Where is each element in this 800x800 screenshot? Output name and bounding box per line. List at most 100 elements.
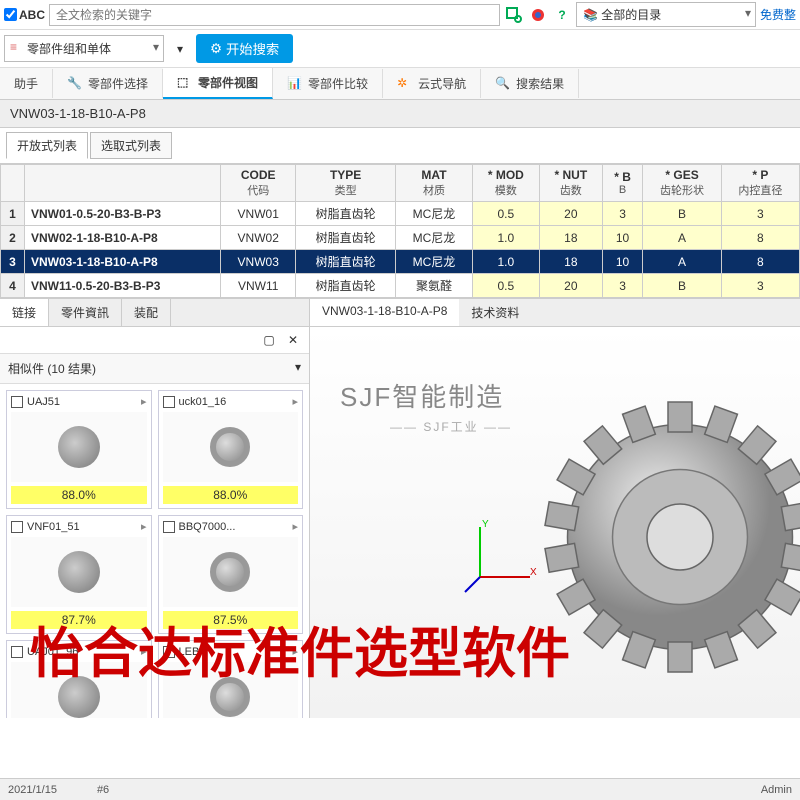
cell-p: 3 — [721, 274, 799, 298]
abc-checkbox[interactable]: ABC — [4, 8, 45, 22]
main-tabs: 助手 🔧 零部件选择 ⬚ 零部件视图 📊 零部件比较 ✲ 云式导航 🔍 搜索结果 — [0, 68, 800, 100]
breadcrumb: VNW03-1-18-B10-A-P8 — [0, 100, 800, 128]
tab-assistant[interactable]: 助手 — [0, 69, 53, 98]
cell-ges: A — [643, 226, 721, 250]
abc-label: ABC — [19, 8, 45, 22]
tab-label: 云式导航 — [418, 75, 466, 92]
close-pane-icon[interactable]: ✕ — [283, 330, 303, 350]
view-icon: ⬚ — [177, 75, 193, 91]
tab-cloud-nav[interactable]: ✲ 云式导航 — [383, 69, 481, 98]
results-icon: 🔍 — [495, 76, 511, 92]
thumb-name: UAJ51 — [27, 396, 60, 408]
free-link[interactable]: 免费整 — [760, 6, 796, 23]
cell-type: 树脂直齿轮 — [296, 202, 396, 226]
table-row[interactable]: 2 VNW02-1-18-B10-A-P8 VNW02 树脂直齿轮 MC尼龙 1… — [1, 226, 800, 250]
col-code[interactable]: CODE代码 — [221, 165, 296, 202]
tab-part-select[interactable]: 🔧 零部件选择 — [53, 69, 163, 98]
thumb-name: LEB... — [179, 646, 209, 658]
part-group-combo[interactable]: 零部件组和单体 — [4, 35, 164, 62]
list-tab-select[interactable]: 选取式列表 — [90, 132, 172, 159]
watermark-main: SJF智能制造 — [340, 382, 504, 412]
abc-check-input[interactable] — [4, 8, 17, 21]
row-name: VNW01-0.5-20-B3-B-P3 — [25, 202, 221, 226]
thumb-header: VNF01_51 — [11, 520, 147, 533]
cell-type: 树脂直齿轮 — [296, 274, 396, 298]
col-mat[interactable]: MAT材质 — [396, 165, 472, 202]
thumb-header: UAJ01_96 — [11, 645, 147, 658]
cell-p: 3 — [721, 202, 799, 226]
cell-ges: A — [643, 250, 721, 274]
col-p[interactable]: * P内控直径 — [721, 165, 799, 202]
tab-part-compare[interactable]: 📊 零部件比较 — [273, 69, 383, 98]
left-tab-asm[interactable]: 装配 — [122, 299, 171, 326]
start-search-button[interactable]: ⚙ 开始搜索 — [196, 34, 293, 63]
geo-search-icon[interactable] — [504, 5, 524, 25]
combo-extra-icon[interactable]: ▾ — [170, 39, 190, 59]
cube-icon — [11, 646, 23, 658]
list-tab-open[interactable]: 开放式列表 — [6, 132, 88, 159]
col-nut[interactable]: * NUT齿数 — [539, 165, 602, 202]
row-num: 3 — [1, 250, 25, 274]
status-bar: 2021/1/15 #6 Admin — [0, 778, 800, 800]
row-num: 1 — [1, 202, 25, 226]
similar-thumb[interactable]: BBQ7000... 87.5% — [158, 515, 304, 634]
similar-thumb[interactable]: uck01_16 88.0% — [158, 390, 304, 509]
table-row[interactable]: 4 VNW11-0.5-20-B3-B-P3 VNW11 树脂直齿轮 聚氨醛 0… — [1, 274, 800, 298]
cell-type: 树脂直齿轮 — [296, 226, 396, 250]
cell-mod: 1.0 — [472, 250, 539, 274]
col-name — [25, 165, 221, 202]
status-num: #6 — [97, 784, 109, 796]
similar-thumb[interactable]: UAJ51 88.0% — [6, 390, 152, 509]
cell-mod: 0.5 — [472, 202, 539, 226]
list-mode-tabs: 开放式列表 选取式列表 — [0, 128, 800, 164]
parts-table: CODE代码 TYPE类型 MAT材质 * MOD模数 * NUT齿数 * BB… — [0, 164, 800, 298]
viewer-tabs: VNW03-1-18-B10-A-P8 技术资料 — [310, 299, 800, 327]
thumb-percent: 88.0% — [11, 486, 147, 504]
cube-icon — [11, 521, 23, 533]
cell-code: VNW11 — [221, 274, 296, 298]
cell-nut: 20 — [539, 202, 602, 226]
table-header-row: CODE代码 TYPE类型 MAT材质 * MOD模数 * NUT齿数 * BB… — [1, 165, 800, 202]
color-search-icon[interactable] — [528, 5, 548, 25]
top-toolbar: ABC ? 📚 全部的目录 免费整 — [0, 0, 800, 30]
col-ges[interactable]: * GES齿轮形状 — [643, 165, 721, 202]
tab-label: 零部件视图 — [198, 74, 258, 91]
tab-part-view[interactable]: ⬚ 零部件视图 — [163, 68, 273, 99]
row-name: VNW11-0.5-20-B3-B-P3 — [25, 274, 221, 298]
cell-ges: B — [643, 274, 721, 298]
table-row[interactable]: 1 VNW01-0.5-20-B3-B-P3 VNW01 树脂直齿轮 MC尼龙 … — [1, 202, 800, 226]
cell-mod: 0.5 — [472, 274, 539, 298]
help-icon[interactable]: ? — [552, 5, 572, 25]
search-btn-label: 开始搜索 — [226, 39, 279, 58]
cell-mat: MC尼龙 — [396, 202, 472, 226]
gear-3d-model — [530, 387, 800, 687]
similar-thumb[interactable]: VNF01_51 87.7% — [6, 515, 152, 634]
tab-search-results[interactable]: 🔍 搜索结果 — [481, 69, 579, 98]
cloud-icon: ✲ — [397, 76, 413, 92]
viewer-tab-tech[interactable]: 技术资料 — [459, 299, 531, 326]
row-name: VNW03-1-18-B10-A-P8 — [25, 250, 221, 274]
left-tab-link[interactable]: 链接 — [0, 299, 49, 326]
similar-parts-header[interactable]: 相似件 (10 结果) — [0, 354, 309, 384]
thumb-name: VNF01_51 — [27, 521, 80, 533]
similar-thumb[interactable]: LEB... 84.3% — [158, 640, 304, 718]
similar-thumb[interactable]: UAJ01_96 84.7% — [6, 640, 152, 718]
3d-viewer[interactable]: SJF智能制造 —— SJF工业 —— Y X — [310, 327, 800, 718]
catalog-icon: 📚 — [583, 8, 598, 22]
cell-code: VNW01 — [221, 202, 296, 226]
right-pane: VNW03-1-18-B10-A-P8 技术资料 SJF智能制造 —— SJF工… — [310, 299, 800, 718]
cell-mat: MC尼龙 — [396, 226, 472, 250]
cube-icon — [11, 396, 23, 408]
thumb-name: UAJ01_96 — [27, 646, 78, 658]
col-mod[interactable]: * MOD模数 — [472, 165, 539, 202]
maximize-icon[interactable]: ▢ — [259, 330, 279, 350]
catalog-dropdown[interactable]: 📚 全部的目录 — [576, 2, 756, 27]
fulltext-search-input[interactable] — [49, 4, 500, 26]
left-tab-info[interactable]: 零件資訊 — [49, 299, 122, 326]
cell-ges: B — [643, 202, 721, 226]
viewer-tab-model[interactable]: VNW03-1-18-B10-A-P8 — [310, 299, 459, 326]
col-b[interactable]: * BB — [602, 165, 643, 202]
thumb-header: UAJ51 — [11, 395, 147, 408]
table-row[interactable]: 3 VNW03-1-18-B10-A-P8 VNW03 树脂直齿轮 MC尼龙 1… — [1, 250, 800, 274]
col-type[interactable]: TYPE类型 — [296, 165, 396, 202]
